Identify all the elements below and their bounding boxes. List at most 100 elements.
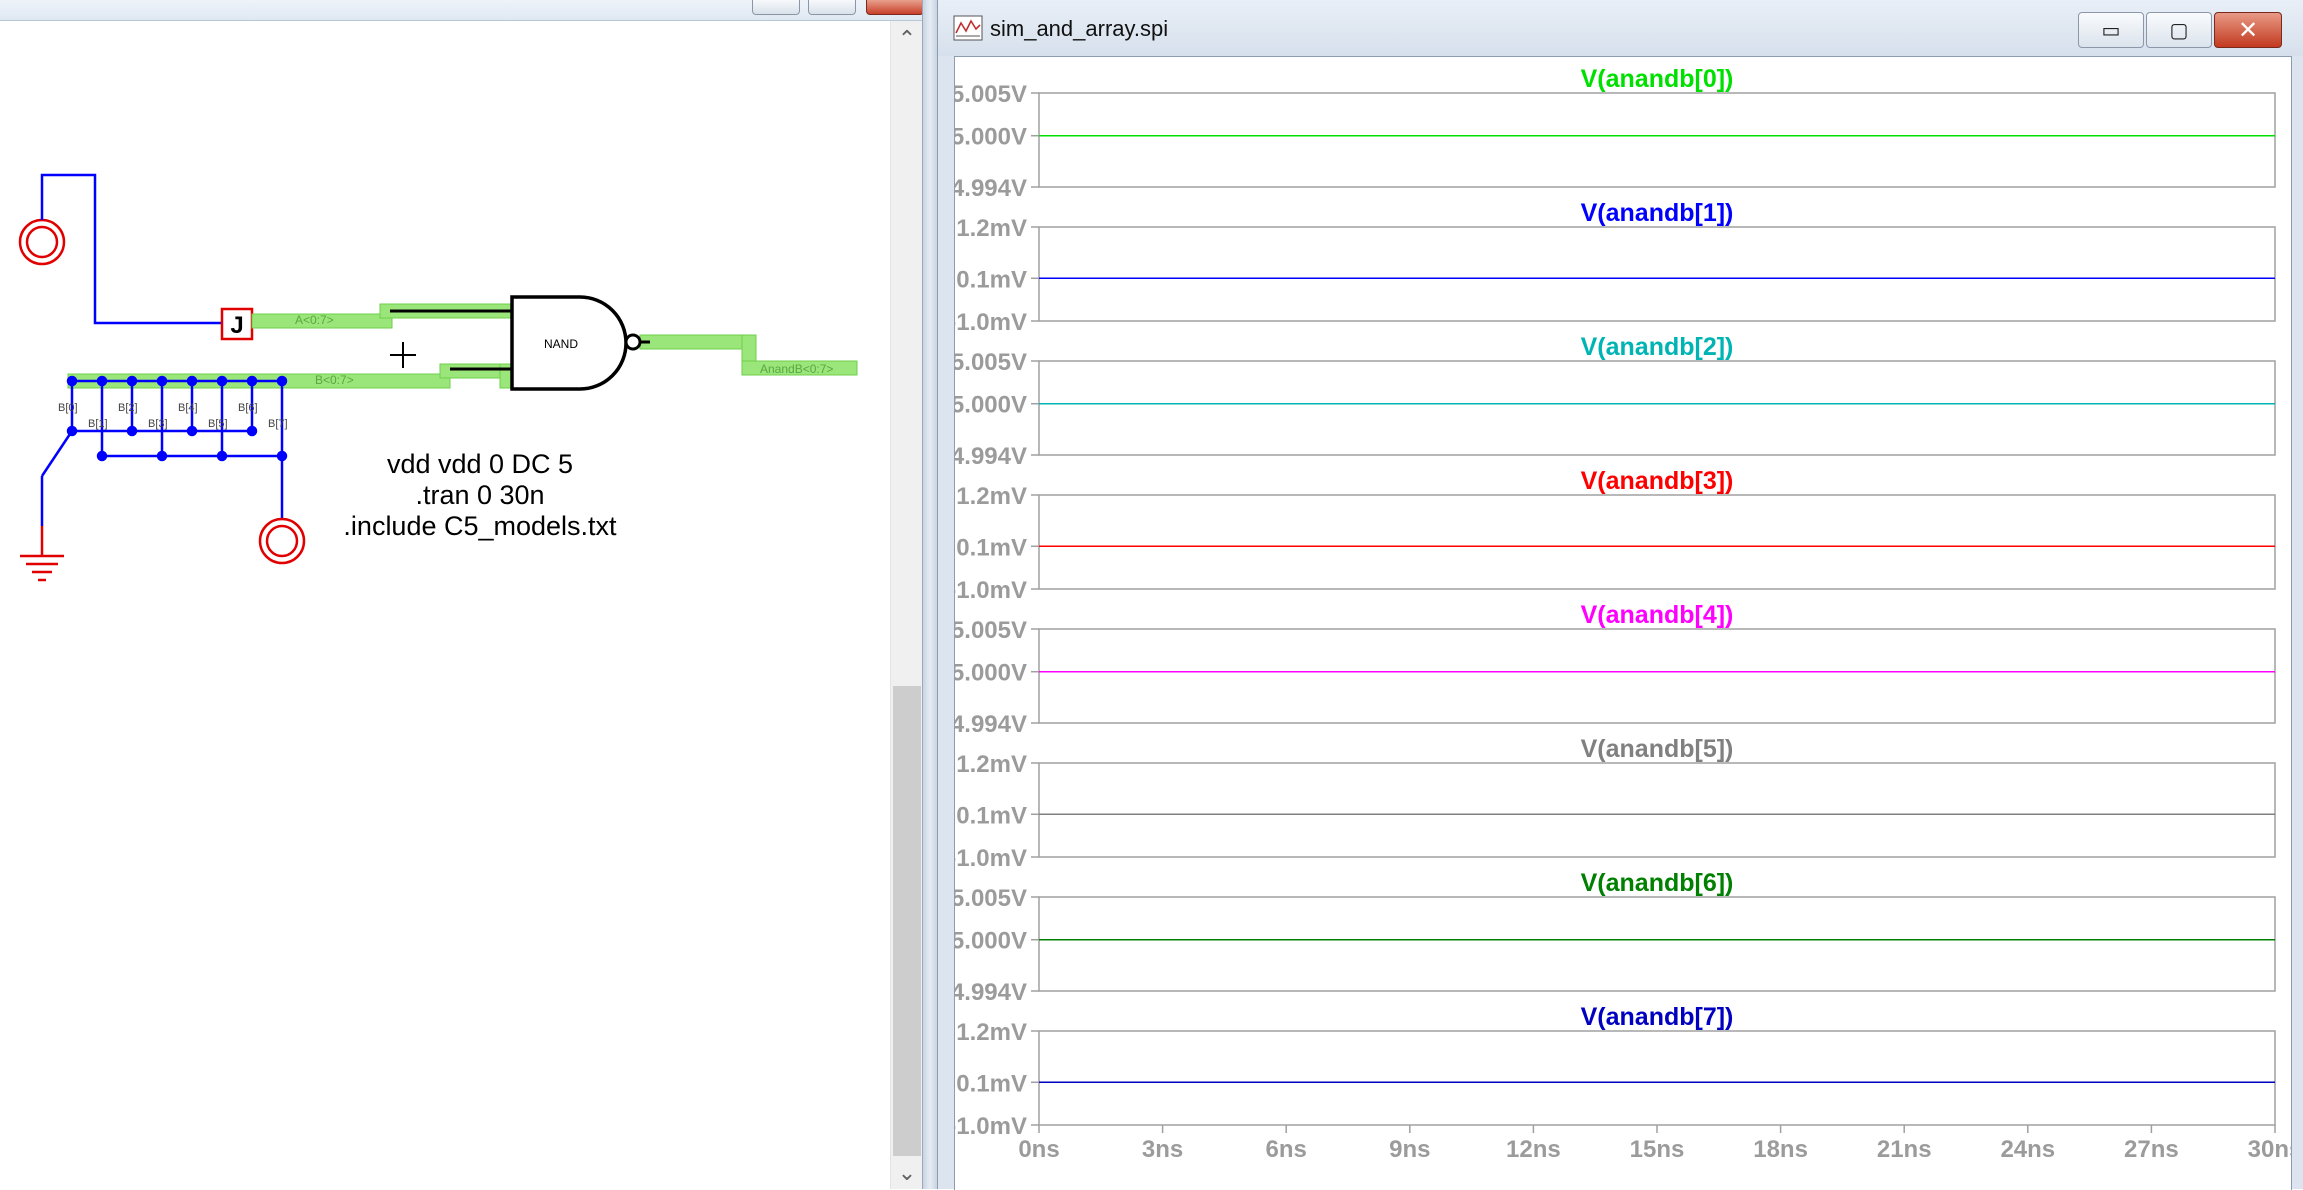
waveform-pane[interactable]: V(anandb[5]) 1.2mV 0.1mV -1.0mV <box>955 735 2276 872</box>
schematic-close-button[interactable] <box>866 0 924 15</box>
schematic-window: J A<0:7> B<0:7> AnandB<0:7> NAND B[0] B[… <box>0 0 924 1189</box>
waveform-window: sim_and_array.spi ▭ ▢ ✕ V(anandb[0]) 5.00… <box>937 0 2303 1190</box>
y-tick-label: -1.0mV <box>955 577 1027 604</box>
y-tick-label: 4.994V <box>955 979 1027 1006</box>
y-tick-label: 5.005V <box>955 885 1027 912</box>
bus-highlights <box>67 303 858 389</box>
waveform-pane[interactable]: V(anandb[7]) 1.2mV 0.1mV -1.0mV <box>955 1003 2276 1140</box>
schematic-canvas[interactable]: J A<0:7> B<0:7> AnandB<0:7> NAND B[0] B[… <box>0 21 890 1189</box>
pane-frame <box>1038 494 2276 590</box>
pane-title[interactable]: V(anandb[2]) <box>1581 333 1734 361</box>
pane-title[interactable]: V(anandb[1]) <box>1581 199 1734 227</box>
x-tick-label: 12ns <box>1506 1136 1561 1163</box>
pane-frame <box>1038 896 2276 992</box>
waveform-pane[interactable]: V(anandb[2]) 5.005V 5.000V 4.994V <box>955 333 2276 470</box>
pane-frame <box>1038 628 2276 724</box>
waveform-titlebar[interactable]: sim_and_array.spi ▭ ▢ ✕ <box>938 0 2303 56</box>
x-tick-label: 3ns <box>1142 1136 1183 1163</box>
y-tick-label: -1.0mV <box>955 309 1027 336</box>
x-tick-label: 24ns <box>2000 1136 2055 1163</box>
waveform-app-icon <box>953 15 983 41</box>
tap-label-b7: B[7] <box>268 418 288 430</box>
y-tick-label: 4.994V <box>955 175 1027 202</box>
directive-line: vdd vdd 0 DC 5 <box>386 449 574 479</box>
waveform-maximize-button[interactable]: ▢ <box>2146 12 2212 48</box>
tap-label-b3: B[3] <box>148 418 168 430</box>
pane-title[interactable]: V(anandb[0]) <box>1581 65 1734 93</box>
y-tick-label: 1.2mV <box>956 1019 1027 1046</box>
x-tick-label: 0ns <box>1018 1136 1059 1163</box>
svg-text:J: J <box>230 312 243 339</box>
input-a-label: A<0:7> <box>295 313 334 327</box>
pane-frame <box>1038 226 2276 322</box>
close-icon: ✕ <box>2237 16 2259 44</box>
waveform-pane[interactable]: V(anandb[3]) 1.2mV 0.1mV -1.0mV <box>955 467 2276 604</box>
scrollbar-thumb[interactable] <box>893 686 921 1156</box>
y-tick-label: 5.000V <box>955 124 1027 151</box>
spice-directives[interactable]: vdd vdd 0 DC 5 .tran 0 30n .include C5_m… <box>300 449 660 542</box>
y-tick-label: 0.1mV <box>956 534 1027 561</box>
x-tick-label: 18ns <box>1753 1136 1808 1163</box>
tap-label-b1: B[1] <box>88 418 108 430</box>
maximize-icon: ▢ <box>2169 18 2189 42</box>
directive-line: .include C5_models.txt <box>343 511 617 541</box>
waveform-pane[interactable]: V(anandb[4]) 5.005V 5.000V 4.994V <box>955 601 2276 738</box>
y-tick-label: 1.2mV <box>956 751 1027 778</box>
y-tick-label: 5.005V <box>955 81 1027 108</box>
tap-label-b0: B[0] <box>58 402 78 414</box>
y-tick-label: -1.0mV <box>955 845 1027 872</box>
pane-title[interactable]: V(anandb[4]) <box>1581 601 1734 629</box>
svg-text:NAND: NAND <box>544 337 578 351</box>
schematic-drawing: J A<0:7> B<0:7> AnandB<0:7> NAND B[0] B[… <box>18 173 858 582</box>
pane-title[interactable]: V(anandb[5]) <box>1581 735 1734 763</box>
y-tick-label: 1.2mV <box>956 215 1027 242</box>
pane-frame <box>1038 762 2276 858</box>
x-tick-label: 30ns <box>2248 1136 2291 1163</box>
pane-title[interactable]: V(anandb[3]) <box>1581 467 1734 495</box>
pane-frame <box>1038 1030 2276 1126</box>
net-label-j[interactable]: J <box>220 307 254 341</box>
waveform-plot-area[interactable]: V(anandb[0]) 5.005V 5.000V 4.994V V(anandb[1… <box>954 56 2292 1190</box>
schematic-minimize-button[interactable] <box>752 0 800 15</box>
pane-frame <box>1038 360 2276 456</box>
window-divider[interactable] <box>922 0 938 1189</box>
y-tick-label: 4.994V <box>955 711 1027 738</box>
minimize-icon: ▭ <box>2101 18 2121 42</box>
x-tick-label: 6ns <box>1266 1136 1307 1163</box>
voltage-source-a-icon[interactable] <box>18 218 66 266</box>
pane-title[interactable]: V(anandb[6]) <box>1581 869 1734 897</box>
crosshair-cursor-icon <box>390 342 416 368</box>
ground-icon[interactable] <box>20 526 64 582</box>
pane-title[interactable]: V(anandb[7]) <box>1581 1003 1734 1031</box>
y-tick-label: 0.1mV <box>956 1070 1027 1097</box>
waveform-pane[interactable]: V(anandb[0]) 5.005V 5.000V 4.994V <box>955 65 2276 202</box>
schematic-maximize-button[interactable] <box>808 0 856 15</box>
waveform-window-title: sim_and_array.spi <box>990 16 1169 41</box>
bus-b-taps[interactable] <box>40 375 288 526</box>
directive-line: .tran 0 30n <box>415 480 545 510</box>
tap-label-b5: B[5] <box>208 418 228 430</box>
waveform-pane[interactable]: V(anandb[6]) 5.005V 5.000V 4.994V <box>955 869 2276 1006</box>
pane-frame <box>1038 92 2276 188</box>
x-tick-label: 21ns <box>1877 1136 1932 1163</box>
scroll-down-icon[interactable]: ⌄ <box>891 1159 923 1189</box>
x-tick-label: 9ns <box>1389 1136 1430 1163</box>
y-tick-label: 4.994V <box>955 443 1027 470</box>
y-tick-label: 0.1mV <box>956 266 1027 293</box>
waveform-pane[interactable]: V(anandb[1]) 1.2mV 0.1mV -1.0mV <box>955 199 2276 336</box>
tap-label-b4: B[4] <box>178 402 198 414</box>
x-tick-label: 27ns <box>2124 1136 2179 1163</box>
waveform-minimize-button[interactable]: ▭ <box>2078 12 2144 48</box>
y-tick-label: 5.005V <box>955 617 1027 644</box>
y-tick-label: 5.005V <box>955 349 1027 376</box>
input-b-label: B<0:7> <box>315 373 354 387</box>
voltage-source-b-icon[interactable] <box>258 517 306 565</box>
schematic-vertical-scrollbar[interactable]: ⌃ ⌄ <box>890 21 923 1189</box>
wire-a[interactable] <box>40 173 222 325</box>
y-tick-label: 0.1mV <box>956 802 1027 829</box>
schematic-titlebar <box>0 0 924 21</box>
waveform-close-button[interactable]: ✕ <box>2214 12 2282 48</box>
y-tick-label: 1.2mV <box>956 483 1027 510</box>
scroll-up-icon[interactable]: ⌃ <box>891 25 923 55</box>
y-tick-label: -1.0mV <box>955 1113 1027 1140</box>
